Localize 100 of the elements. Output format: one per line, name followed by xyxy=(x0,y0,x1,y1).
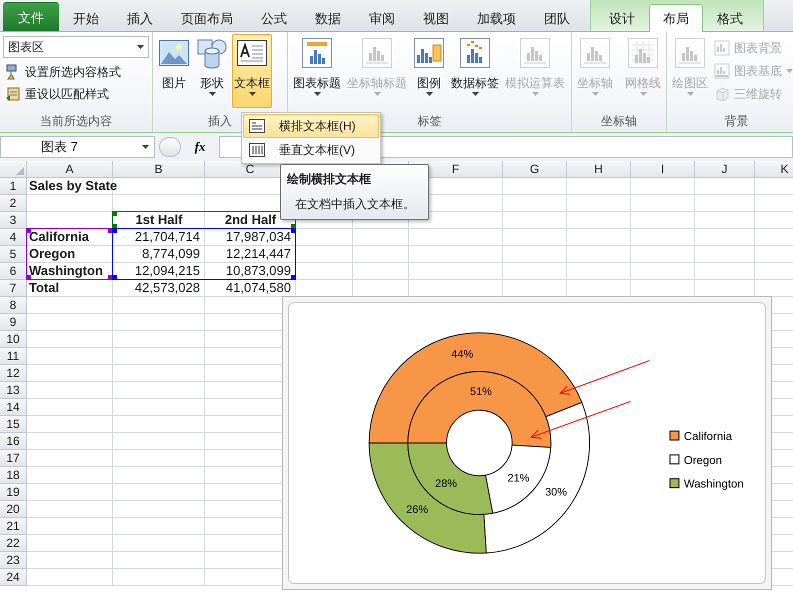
legend-label: Washington xyxy=(684,478,744,491)
column-header[interactable]: G xyxy=(503,161,567,178)
legend-label: Oregon xyxy=(684,454,722,467)
chart-element-dropdown[interactable]: 图表区 xyxy=(3,36,149,58)
ribbon-tab[interactable]: 开始 xyxy=(59,5,113,31)
row-header[interactable]: 19 xyxy=(0,484,27,501)
textbox-icon xyxy=(236,37,268,69)
table-cell: 2nd Half xyxy=(224,212,276,228)
ribbon-tab[interactable]: 格式 xyxy=(703,5,757,31)
tooltip-text: 在文档中插入文本框。 xyxy=(294,196,416,213)
menu-item[interactable]: 垂直文本框(V) xyxy=(243,138,379,162)
chart-icon xyxy=(361,37,393,69)
row-header[interactable]: 10 xyxy=(0,331,27,348)
chart-icon xyxy=(519,37,551,69)
ribbon-tab[interactable]: 公式 xyxy=(247,5,301,31)
caret-icon xyxy=(137,45,144,49)
table-cell: Oregon xyxy=(29,246,76,262)
reset-style-icon xyxy=(5,86,21,102)
row-header[interactable]: 20 xyxy=(0,501,27,518)
row-header[interactable]: 7 xyxy=(0,280,27,297)
horizontal-textbox-icon xyxy=(249,119,265,133)
row-header[interactable]: 8 xyxy=(0,297,27,314)
group-label: 插入 xyxy=(208,113,232,130)
ribbon-tab[interactable]: 加载项 xyxy=(463,5,530,31)
row-header[interactable]: 1 xyxy=(0,178,27,195)
shapes-icon xyxy=(196,37,228,69)
name-box[interactable]: 图表 7 xyxy=(0,136,155,158)
data-label: 44% xyxy=(451,348,474,361)
file-tab[interactable]: 文件 xyxy=(3,2,59,31)
ribbon-command[interactable]: 设置所选内容格式 xyxy=(3,62,149,82)
row-header[interactable]: 22 xyxy=(0,535,27,552)
chart-title-icon xyxy=(301,37,333,69)
table-cell: 8,774,099 xyxy=(142,246,200,262)
corner-triangle-icon xyxy=(16,167,24,175)
ribbon-tab[interactable]: 设计 xyxy=(595,5,649,31)
row-header[interactable]: 15 xyxy=(0,416,27,433)
row-header[interactable]: 3 xyxy=(0,212,27,229)
table-cell: 41,074,580 xyxy=(226,280,291,296)
ribbon-button[interactable]: 图表标题 xyxy=(291,34,343,108)
column-header[interactable]: K xyxy=(755,161,793,178)
chart-area[interactable]: 44% 51% 28% 21% 30% 26% California Oregon Washington xyxy=(282,296,772,590)
table-cell: Washington xyxy=(29,263,103,279)
ribbon-button[interactable]: 数据标签 xyxy=(449,34,501,108)
ribbon-button[interactable]: 形状 xyxy=(194,34,230,108)
vertical-textbox-icon xyxy=(249,143,265,157)
menu-item[interactable]: 横排文本框(H) xyxy=(243,114,379,138)
row-header[interactable]: 14 xyxy=(0,399,27,416)
ribbon-tab[interactable]: 数据 xyxy=(301,5,355,31)
image-icon xyxy=(158,37,190,69)
data-label: 30% xyxy=(545,486,567,499)
column-header[interactable]: I xyxy=(631,161,695,178)
ribbon-tab[interactable]: 布局 xyxy=(649,4,703,32)
column-header[interactable]: J xyxy=(695,161,755,178)
table-cell: California xyxy=(29,229,89,245)
caret-icon xyxy=(142,144,149,148)
ribbon-button[interactable]: 图片 xyxy=(156,34,192,108)
chart-icon xyxy=(674,37,706,69)
table-cell: 17,987,034 xyxy=(226,229,291,245)
row-header[interactable]: 17 xyxy=(0,450,27,467)
insert-function-button[interactable]: fx xyxy=(185,136,215,158)
ribbon-command[interactable]: 重设以匹配样式 xyxy=(3,84,149,104)
row-header[interactable]: 23 xyxy=(0,552,27,569)
row-header[interactable]: 6 xyxy=(0,263,27,280)
ribbon-tab[interactable]: 插入 xyxy=(113,5,167,31)
ribbon-button[interactable]: 文本框 xyxy=(232,34,272,108)
row-header[interactable]: 18 xyxy=(0,467,27,484)
data-label: 28% xyxy=(435,478,458,490)
chart-wall-icon xyxy=(714,40,730,56)
column-header[interactable]: B xyxy=(113,161,205,178)
table-cell: 42,573,028 xyxy=(134,280,200,296)
row-header[interactable]: 21 xyxy=(0,518,27,535)
row-header[interactable]: 4 xyxy=(0,229,27,246)
table-cell: 12,094,215 xyxy=(134,263,200,279)
row-header[interactable]: 9 xyxy=(0,314,27,331)
ribbon-button[interactable]: 图例 xyxy=(411,34,447,108)
row-header[interactable]: 5 xyxy=(0,246,27,263)
chart-floor-icon xyxy=(714,63,730,79)
column-header[interactable]: H xyxy=(567,161,631,178)
row-header[interactable]: 12 xyxy=(0,365,27,382)
data-label: 21% xyxy=(508,472,530,484)
splitter-handle[interactable] xyxy=(159,136,181,156)
legend-icon xyxy=(413,37,445,69)
row-header[interactable]: 13 xyxy=(0,382,27,399)
row-header[interactable]: 16 xyxy=(0,433,27,450)
ribbon-tab[interactable]: 团队 xyxy=(530,5,584,31)
ribbon-tab[interactable]: 审阅 xyxy=(355,5,409,31)
group-label: 坐标轴 xyxy=(601,113,637,130)
select-all-corner[interactable] xyxy=(0,161,27,178)
row-header[interactable]: 2 xyxy=(0,195,27,212)
table-cell: 1st Half xyxy=(136,212,182,228)
ribbon-tab[interactable]: 页面布局 xyxy=(167,5,247,31)
row-header[interactable]: 24 xyxy=(0,569,27,586)
data-label: 26% xyxy=(406,504,428,516)
data-labels-icon xyxy=(459,37,491,69)
ribbon-tab[interactable]: 视图 xyxy=(409,5,463,31)
legend-label: California xyxy=(684,431,732,444)
row-header[interactable]: 11 xyxy=(0,348,27,365)
table-cell: Sales by State xyxy=(29,178,118,194)
column-header[interactable]: A xyxy=(27,161,113,178)
table-cell: 10,873,099 xyxy=(226,263,291,279)
